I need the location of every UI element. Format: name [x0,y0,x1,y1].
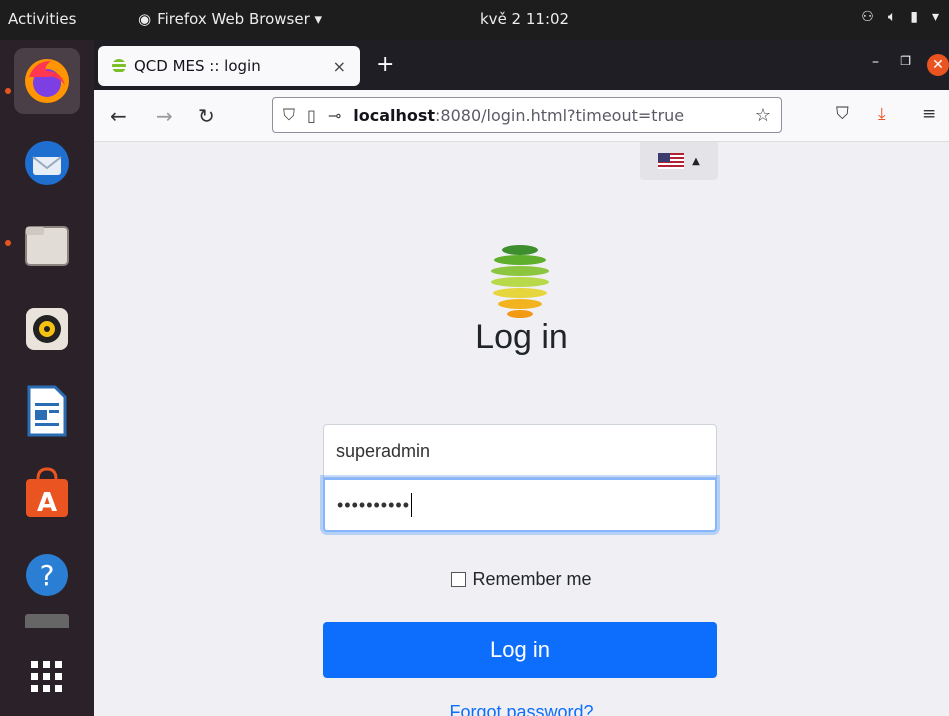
dock-help[interactable]: ? [14,542,80,608]
system-tray[interactable]: ⚇ 🔈︎ ▮ ▾ [861,9,939,25]
rhythmbox-icon [26,308,68,350]
tab-close-icon[interactable]: × [333,57,346,76]
writer-icon [27,385,67,437]
app-grid-icon [31,661,62,692]
battery-icon[interactable]: ▮ [910,9,918,25]
dock-firefox[interactable] [14,48,80,114]
svg-text:A: A [37,488,57,518]
language-selector[interactable]: ▲ [640,142,718,180]
tab-title: QCD MES :: login [134,57,261,75]
new-tab-button[interactable]: + [376,52,394,77]
dock-rhythmbox[interactable] [14,296,80,362]
url-bar[interactable]: ⛉ ▯ ⊸ localhost :8080/login.html?timeout… [272,97,782,133]
qcd-favicon-icon [112,59,126,73]
tab-login[interactable]: QCD MES :: login × [98,46,360,86]
download-icon[interactable]: ⤓ [878,104,886,124]
page-content: ▲ Log in superadmin •••••••••• Remember … [94,142,949,716]
drive-icon [25,614,69,628]
running-indicator [5,240,11,246]
bookmark-star-icon[interactable]: ☆ [755,105,771,126]
window-close-icon[interactable]: ✕ [927,54,949,76]
svg-text:?: ? [40,559,55,592]
remember-me-checkbox[interactable] [451,572,467,587]
login-button[interactable]: Log in [323,622,717,678]
back-icon[interactable]: ← [110,104,127,128]
dock: A ? [0,40,94,716]
us-flag-icon [658,153,685,169]
page-info-icon[interactable]: ▯ [307,106,316,125]
username-value: superadmin [336,440,431,461]
volume-icon[interactable]: 🔈︎ [888,9,896,25]
url-path: :8080/login.html?timeout=true [435,105,685,125]
app-menu[interactable]: ◉ Firefox Web Browser ▾ [138,10,322,28]
navigation-toolbar: ← → ↻ ⛉ ▯ ⊸ localhost :8080/login.html?t… [94,90,949,142]
tab-bar: QCD MES :: login × + – ❐ ✕ [94,40,949,90]
firefox-small-icon: ◉ [138,10,152,28]
dock-files[interactable] [14,212,80,278]
system-top-bar: Activities ◉ Firefox Web Browser ▾ kvě 2… [0,0,949,40]
dock-software[interactable]: A [14,460,80,526]
dock-thunderbird[interactable] [14,130,80,196]
firefox-icon [25,59,69,103]
software-icon: A [26,467,68,518]
tracking-protection-icon[interactable]: ⛉ [283,105,295,125]
username-input[interactable]: superadmin [323,424,717,478]
dock-writer[interactable] [14,378,80,444]
thunderbird-icon [25,141,69,185]
forward-icon[interactable]: → [156,104,173,128]
hamburger-menu-icon[interactable]: ≡ [922,104,936,124]
app-menu-label: Firefox Web Browser ▾ [157,10,323,28]
tray-menu-icon[interactable]: ▾ [932,9,939,25]
remember-me[interactable]: Remember me [94,569,949,590]
forgot-password-link[interactable]: Forgot password? [94,702,949,716]
files-icon [25,226,69,266]
dock-app-grid[interactable] [14,644,80,710]
reload-icon[interactable]: ↻ [198,104,215,128]
pocket-icon[interactable]: ⛉ [836,104,849,124]
minimize-icon[interactable]: – [872,54,879,70]
url-host: localhost [353,105,436,125]
help-icon: ? [26,554,68,596]
restore-icon[interactable]: ❐ [900,54,911,68]
browser-window: QCD MES :: login × + – ❐ ✕ ← → ↻ ⛉ ▯ ⊸ l… [94,40,949,716]
running-indicator [5,88,11,94]
password-input[interactable]: •••••••••• [323,478,717,532]
network-icon[interactable]: ⚇ [861,9,874,25]
caret-up-icon: ▲ [692,155,700,167]
qcd-logo-icon [491,245,549,318]
remember-me-label: Remember me [472,569,592,589]
text-cursor [411,493,413,517]
password-value: •••••••••• [337,494,411,515]
key-icon[interactable]: ⊸ [328,106,341,125]
activities-button[interactable]: Activities [8,10,76,28]
clock[interactable]: kvě 2 11:02 [480,10,569,28]
page-title: Log in [475,318,568,356]
dock-partial-item[interactable] [14,614,80,644]
